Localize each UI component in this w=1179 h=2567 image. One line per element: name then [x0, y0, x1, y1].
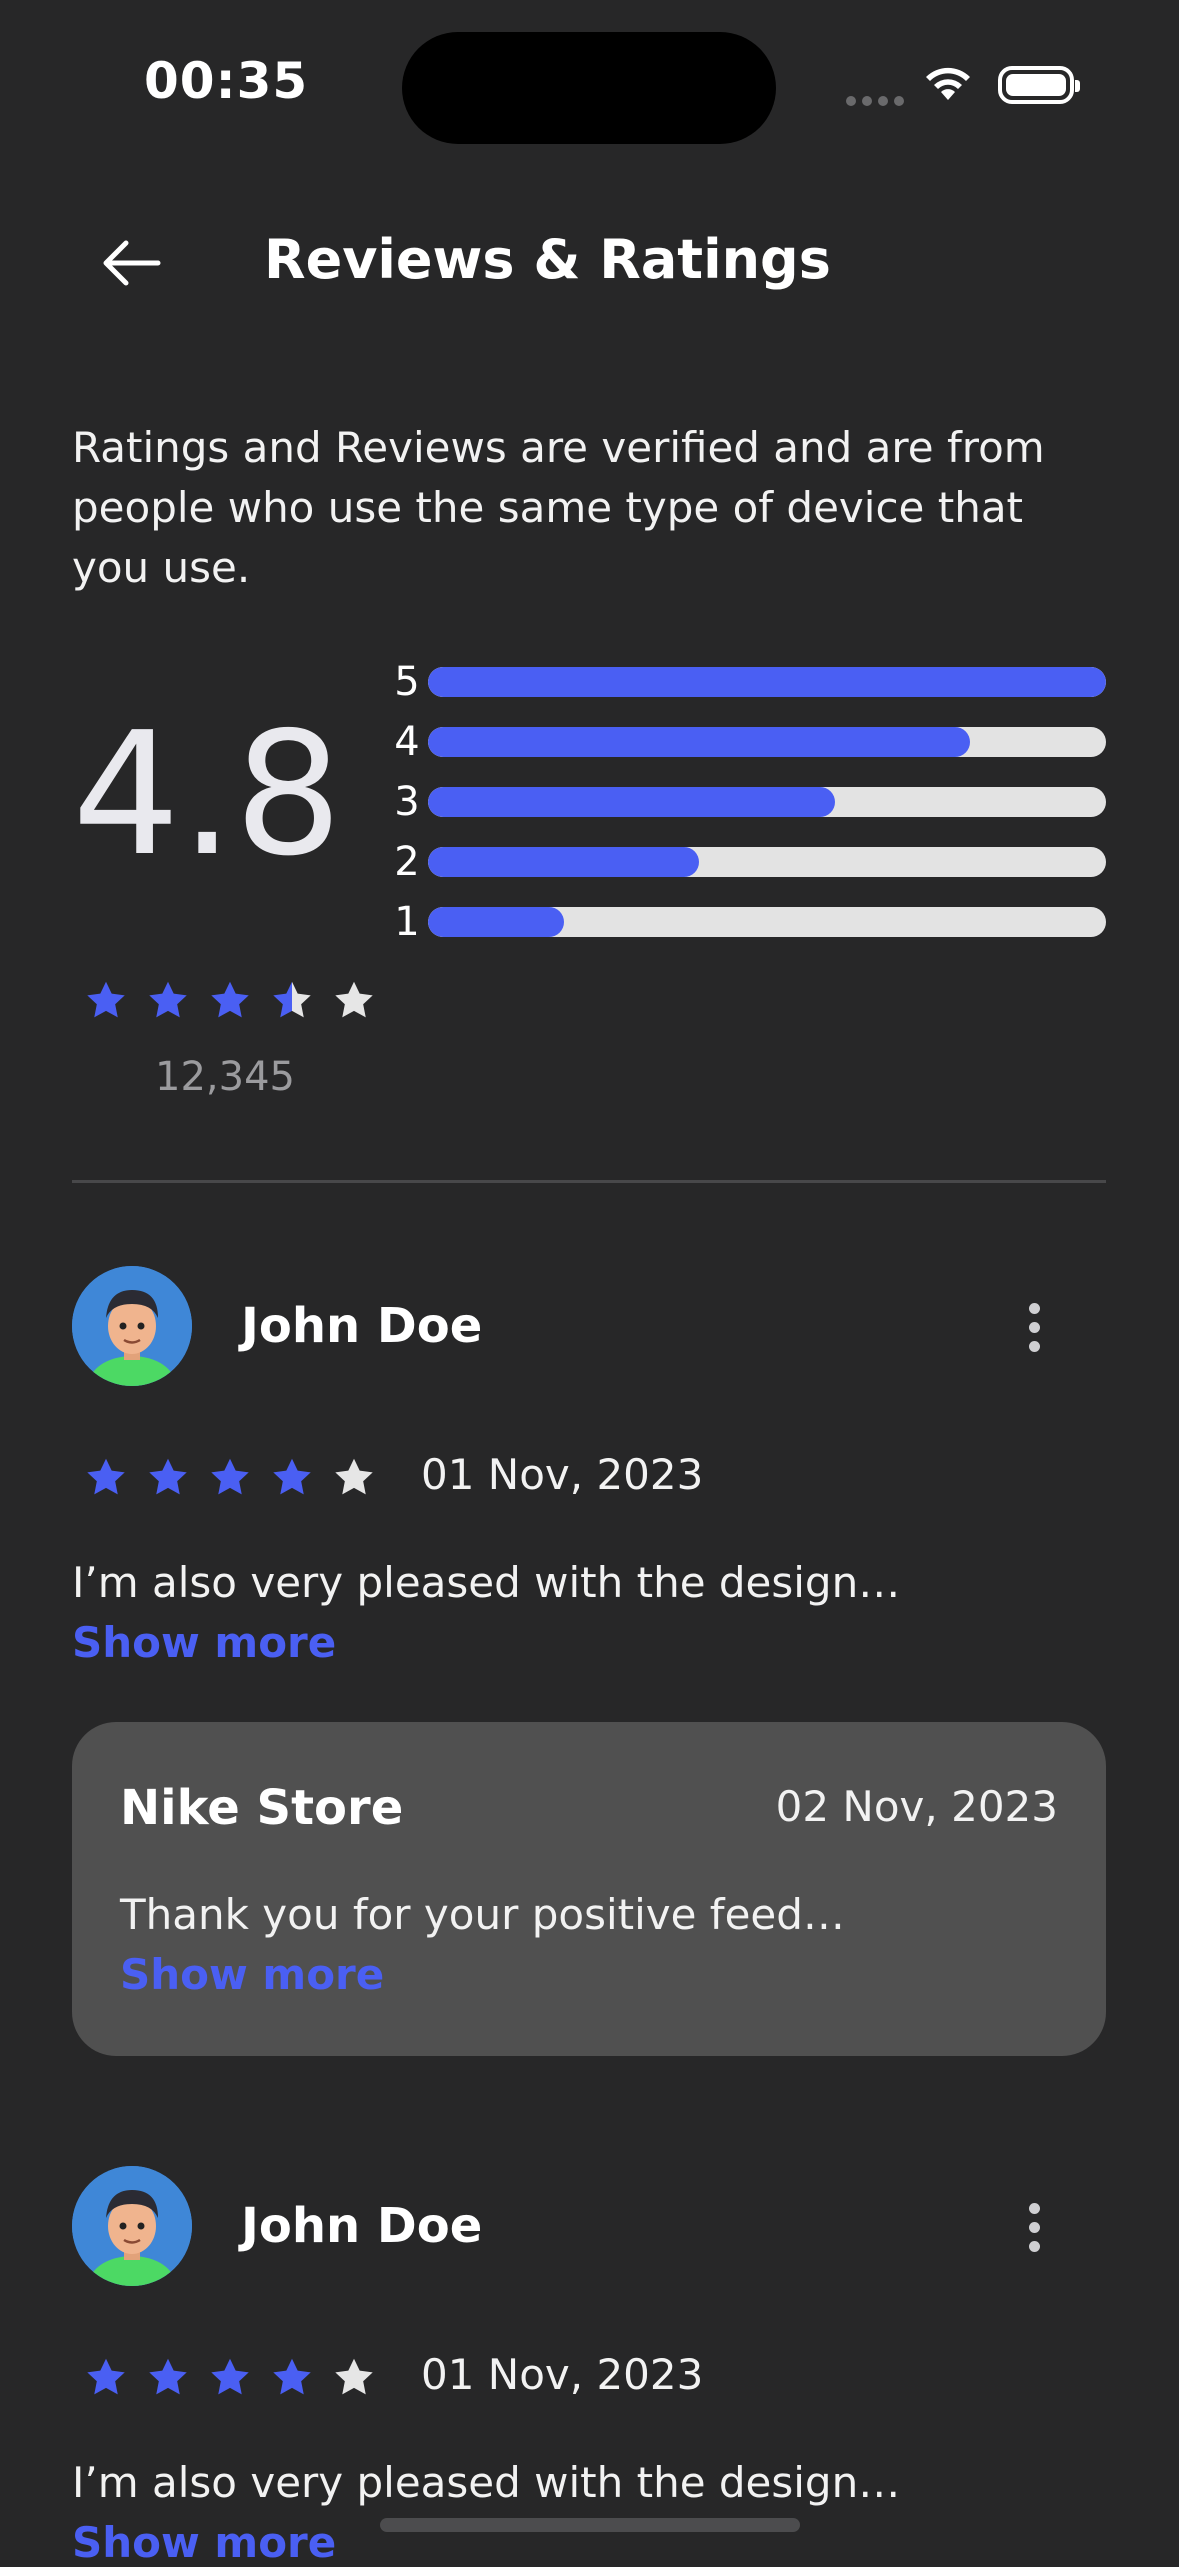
- star-icon: [149, 981, 187, 1018]
- rating-bar-track: [428, 727, 1106, 757]
- star-icon: [87, 2358, 125, 2395]
- rating-bar-row: 4: [386, 712, 1106, 772]
- rating-bar-row: 3: [386, 772, 1106, 832]
- rating-bar-row: 2: [386, 832, 1106, 892]
- star-icon: [273, 981, 311, 1018]
- rating-bar-label: 2: [394, 839, 420, 885]
- rating-bar-label: 1: [394, 899, 420, 945]
- rating-bar-track: [428, 847, 1106, 877]
- star-icon: [149, 2358, 187, 2395]
- divider: [72, 1180, 1106, 1183]
- reply-show-more-link[interactable]: Show more: [120, 1950, 384, 1999]
- star-icon: [211, 2358, 249, 2395]
- back-arrow-icon[interactable]: [96, 228, 166, 298]
- battery-icon: [998, 66, 1080, 104]
- reply-store-name: Nike Store: [120, 1780, 404, 1836]
- rating-bar-label: 3: [394, 779, 420, 825]
- wifi-icon: [922, 62, 974, 106]
- rating-bar-row: 1: [386, 892, 1106, 952]
- rating-bar-fill: [428, 727, 971, 757]
- average-rating-stars: [84, 979, 376, 1023]
- star-icon: [149, 1458, 187, 1495]
- rating-bar-track: [428, 787, 1106, 817]
- more-vertical-icon[interactable]: [1014, 1292, 1054, 1362]
- avatar[interactable]: [72, 2166, 192, 2286]
- average-rating: 4.8: [72, 696, 343, 894]
- star-icon: [87, 1458, 125, 1495]
- rating-bar-fill: [428, 787, 835, 817]
- review-stars: [84, 1456, 376, 1500]
- show-more-link[interactable]: Show more: [72, 1618, 336, 1667]
- star-icon: [335, 2358, 373, 2395]
- review-text: I’m also very pleased with the design…: [72, 1558, 901, 1607]
- star-icon: [335, 981, 373, 1018]
- rating-bar-track: [428, 907, 1106, 937]
- reply-text: Thank you for your positive feed…: [120, 1890, 845, 1939]
- more-vertical-icon[interactable]: [1014, 2192, 1054, 2262]
- rating-bar-row: 5: [386, 652, 1106, 712]
- store-reply-card: Nike Store 02 Nov, 2023 Thank you for yo…: [72, 1722, 1106, 2056]
- rating-bar-track: [428, 667, 1106, 697]
- cellular-signal-icon: [846, 96, 904, 106]
- status-time: 00:35: [144, 52, 309, 110]
- rating-bar-fill: [428, 847, 700, 877]
- reviewer-name: John Doe: [241, 2198, 483, 2254]
- avatar[interactable]: [72, 1266, 192, 1386]
- intro-text: Ratings and Reviews are verified and are…: [72, 423, 1045, 592]
- reply-date: 02 Nov, 2023: [775, 1782, 1058, 1831]
- star-icon: [211, 981, 249, 1018]
- review-stars: [84, 2356, 376, 2400]
- dynamic-island: [402, 32, 776, 144]
- rating-distribution: 5 4 3 2 1: [386, 652, 1106, 952]
- review-date: 01 Nov, 2023: [421, 1450, 704, 1499]
- star-icon: [273, 2358, 311, 2395]
- review-text: I’m also very pleased with the design…: [72, 2458, 901, 2507]
- page-title: Reviews & Ratings: [264, 228, 831, 291]
- star-icon: [211, 1458, 249, 1495]
- rating-bar-label: 5: [394, 659, 420, 705]
- rating-bar-fill: [428, 907, 564, 937]
- rating-bar-label: 4: [394, 719, 420, 765]
- review-date: 01 Nov, 2023: [421, 2350, 704, 2399]
- star-icon: [273, 1458, 311, 1495]
- star-icon: [335, 1458, 373, 1495]
- reviewer-name: John Doe: [241, 1298, 483, 1354]
- ratings-count: 12,345: [155, 1054, 295, 1100]
- star-icon: [87, 981, 125, 1018]
- home-indicator: [380, 2518, 800, 2532]
- rating-bar-fill: [428, 667, 1106, 697]
- show-more-link[interactable]: Show more: [72, 2518, 336, 2567]
